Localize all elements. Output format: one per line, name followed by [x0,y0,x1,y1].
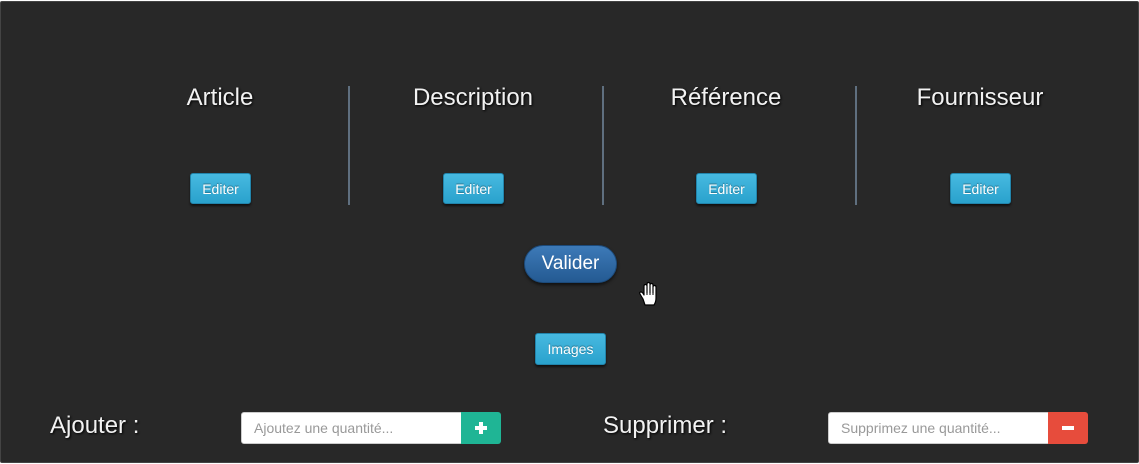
edit-fournisseur-button[interactable]: Editer [950,173,1011,204]
column-title-fournisseur: Fournisseur [916,84,1044,111]
column-title-description: Description [412,84,534,111]
column-divider [855,86,857,205]
edit-reference-button[interactable]: Editer [696,173,757,204]
edit-article-button[interactable]: Editer [190,173,251,204]
hand-cursor-icon [639,281,657,306]
plus-icon [475,422,487,434]
edit-description-button[interactable]: Editer [443,173,504,204]
remove-quantity-button[interactable] [1048,412,1088,444]
minus-icon [1062,426,1074,430]
main-panel: Article Editer Description Editer Référe… [0,1,1139,463]
remove-label: Supprimer : [603,412,728,439]
add-quantity-button[interactable] [461,412,501,444]
images-button[interactable]: Images [535,333,606,365]
column-title-reference: Référence [670,84,782,111]
column-divider [602,86,604,205]
validate-button[interactable]: Valider [524,245,617,283]
column-divider [348,86,350,205]
column-title-article: Article [186,84,254,111]
remove-quantity-input[interactable] [828,412,1049,444]
add-label: Ajouter : [50,412,140,439]
add-quantity-input[interactable] [241,412,462,444]
